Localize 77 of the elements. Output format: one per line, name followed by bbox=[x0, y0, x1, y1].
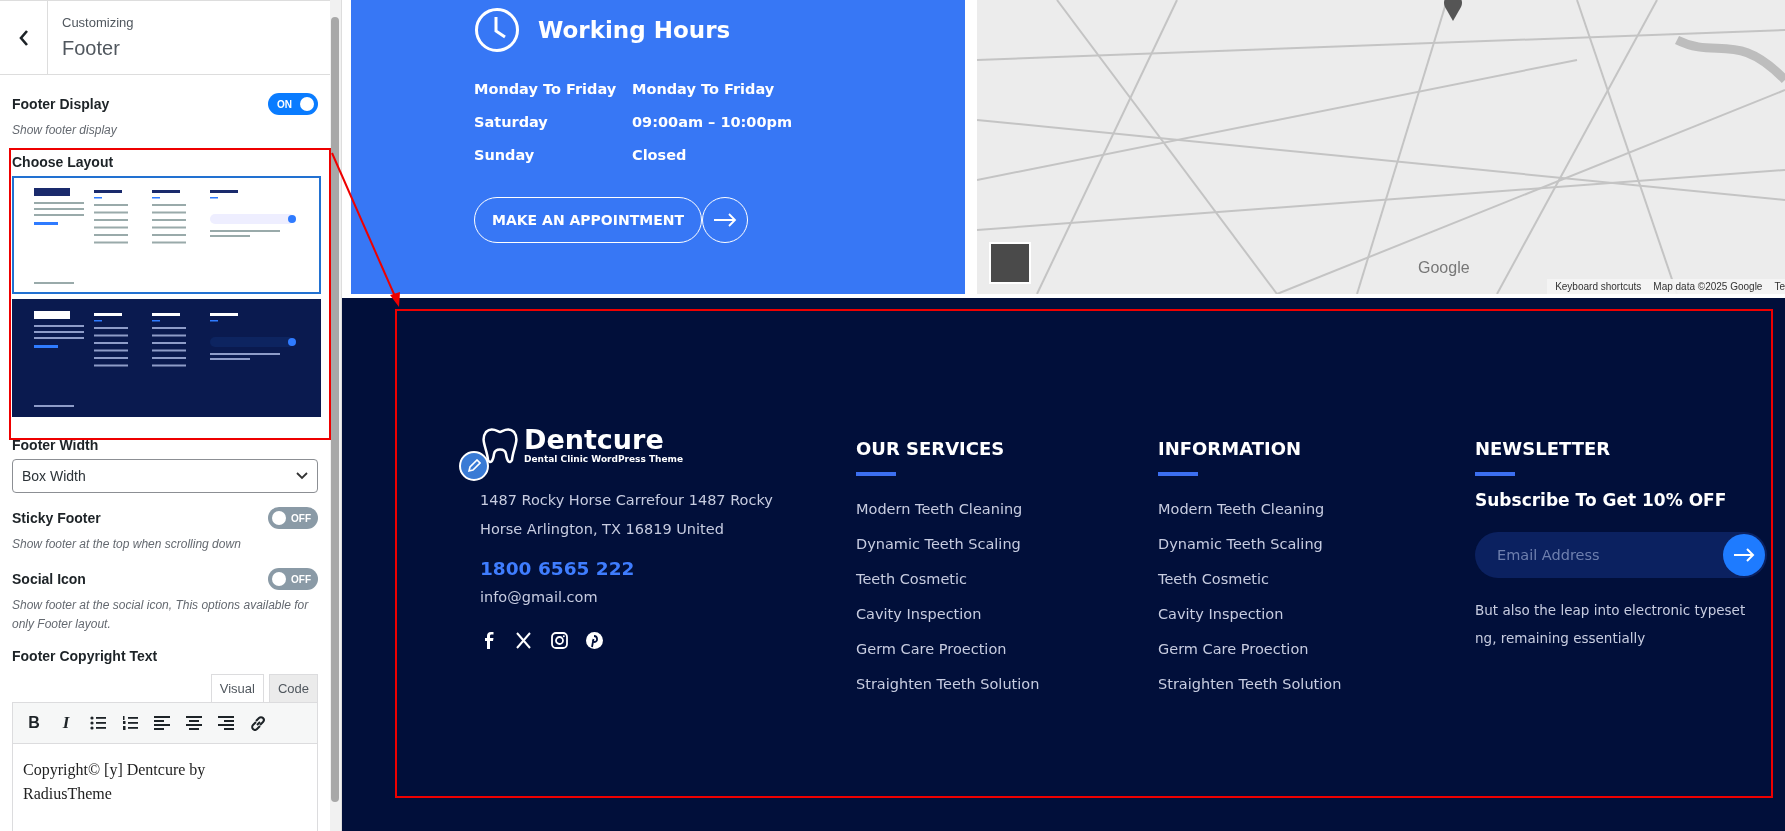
setting-description: Show footer at the top when scrolling down bbox=[12, 536, 242, 553]
footer-link[interactable]: Dynamic Teeth Scaling bbox=[856, 527, 1158, 562]
chevron-left-icon bbox=[17, 28, 30, 47]
footer-link[interactable]: Dynamic Teeth Scaling bbox=[1158, 527, 1475, 562]
setting-label: Sticky Footer bbox=[12, 510, 101, 526]
map-attribution[interactable]: Map data ©2025 Google bbox=[1653, 281, 1763, 292]
footer-link[interactable]: Modern Teeth Cleaning bbox=[856, 492, 1158, 527]
footer-link[interactable]: Straighten Teeth Solution bbox=[856, 667, 1158, 702]
heading-underline bbox=[1475, 472, 1515, 476]
footer-link[interactable]: Germ Care Proection bbox=[1158, 632, 1475, 667]
newsletter-note: But also the leap into electronic typeset ng, remaining essentially bbox=[1475, 601, 1747, 648]
align-right-icon[interactable] bbox=[217, 715, 235, 731]
layout-thumbnail[interactable] bbox=[12, 299, 321, 417]
email-link[interactable]: info@gmail.com bbox=[480, 589, 856, 605]
panel-eyebrow: Customizing bbox=[62, 15, 134, 30]
arrow-right-icon bbox=[1733, 548, 1755, 562]
map-attribution[interactable]: Te bbox=[1774, 281, 1785, 292]
arrow-right-icon bbox=[713, 213, 737, 227]
heading-underline bbox=[1158, 472, 1198, 476]
instagram-icon[interactable] bbox=[550, 631, 569, 650]
bold-button[interactable]: B bbox=[21, 711, 47, 735]
chevron-down-icon bbox=[296, 472, 308, 480]
day-text: Saturday bbox=[474, 114, 549, 130]
map-logo: Google bbox=[1418, 259, 1470, 277]
dropdown-field[interactable]: Box Width bbox=[12, 459, 318, 493]
setting-label: Choose Layout bbox=[12, 154, 115, 170]
map-placeholder[interactable]: Google Keyboard shortcuts Map data ©2025 Google Te bbox=[977, 0, 1785, 294]
edit-button[interactable] bbox=[459, 451, 489, 481]
align-center-icon[interactable] bbox=[185, 715, 203, 731]
bullet-list-icon[interactable] bbox=[89, 715, 107, 731]
layout-thumbnail[interactable] bbox=[12, 176, 321, 294]
newsletter-offer: Subscribe To Get 10% OFF bbox=[1475, 490, 1728, 510]
hours-text: Closed bbox=[632, 147, 688, 163]
pencil-icon bbox=[467, 459, 481, 473]
column-heading: INFORMATION bbox=[1158, 438, 1302, 459]
footer-link[interactable]: Germ Care Proection bbox=[856, 632, 1158, 667]
day-text: Monday To Friday bbox=[474, 81, 618, 97]
tooth-logo-icon bbox=[480, 426, 520, 464]
setting-label: Social Icon bbox=[12, 571, 86, 587]
footer-link[interactable]: Straighten Teeth Solution bbox=[1158, 667, 1475, 702]
toggle-switch[interactable]: ON bbox=[268, 93, 318, 115]
phone-link[interactable]: 1800 6565 222 bbox=[480, 558, 856, 579]
satellite-thumbnail[interactable] bbox=[989, 242, 1031, 284]
editor-text: Copyright© [y] Dentcure by RadiusTheme bbox=[23, 760, 207, 804]
link-icon[interactable] bbox=[249, 715, 267, 731]
setting-label: Footer Display bbox=[12, 96, 110, 112]
setting-description: Show footer display bbox=[12, 122, 118, 139]
footer-link[interactable]: Teeth Cosmetic bbox=[856, 562, 1158, 597]
editor-tab[interactable]: Code bbox=[268, 674, 318, 702]
brand-name: Dentcure bbox=[524, 426, 665, 454]
day-text: Sunday bbox=[474, 147, 536, 163]
setting-description: Show footer at the social icon, This options available for only Footer layout. bbox=[12, 597, 310, 633]
hours-text: Monday To Friday bbox=[632, 81, 776, 97]
setting-label: Footer Copyright Text bbox=[12, 648, 159, 664]
email-field[interactable]: Email Address bbox=[1475, 532, 1767, 578]
x-icon[interactable] bbox=[515, 631, 534, 650]
map-attribution[interactable]: Keyboard shortcuts bbox=[1555, 281, 1642, 292]
setting-label: Footer Width bbox=[12, 437, 100, 453]
footer-link[interactable]: Cavity Inspection bbox=[856, 597, 1158, 632]
editor-tab[interactable]: Visual bbox=[210, 674, 264, 702]
section-title: Working Hours bbox=[538, 17, 731, 43]
hours-text: 09:00am – 10:00pm bbox=[632, 114, 794, 130]
panel-title: Footer bbox=[62, 37, 121, 60]
address-text: 1487 Rocky Horse Carrefour 1487 Rocky Horse Arlington, TX 16819 United bbox=[480, 491, 774, 539]
column-heading: OUR SERVICES bbox=[856, 438, 1006, 459]
footer-link[interactable]: Modern Teeth Cleaning bbox=[1158, 492, 1475, 527]
footer-link[interactable]: Cavity Inspection bbox=[1158, 597, 1475, 632]
align-left-icon[interactable] bbox=[153, 715, 171, 731]
numbered-list-icon[interactable] bbox=[121, 715, 139, 731]
map-pin-icon[interactable] bbox=[1442, 0, 1464, 22]
footer-link[interactable]: Teeth Cosmetic bbox=[1158, 562, 1475, 597]
pinterest-icon[interactable] bbox=[585, 631, 604, 650]
italic-button[interactable]: I bbox=[53, 711, 79, 735]
brand-tagline: Dental Clinic WordPress Theme bbox=[524, 454, 684, 464]
column-heading: NEWSLETTER bbox=[1475, 438, 1612, 459]
clock-icon bbox=[474, 7, 520, 53]
heading-underline bbox=[856, 472, 896, 476]
